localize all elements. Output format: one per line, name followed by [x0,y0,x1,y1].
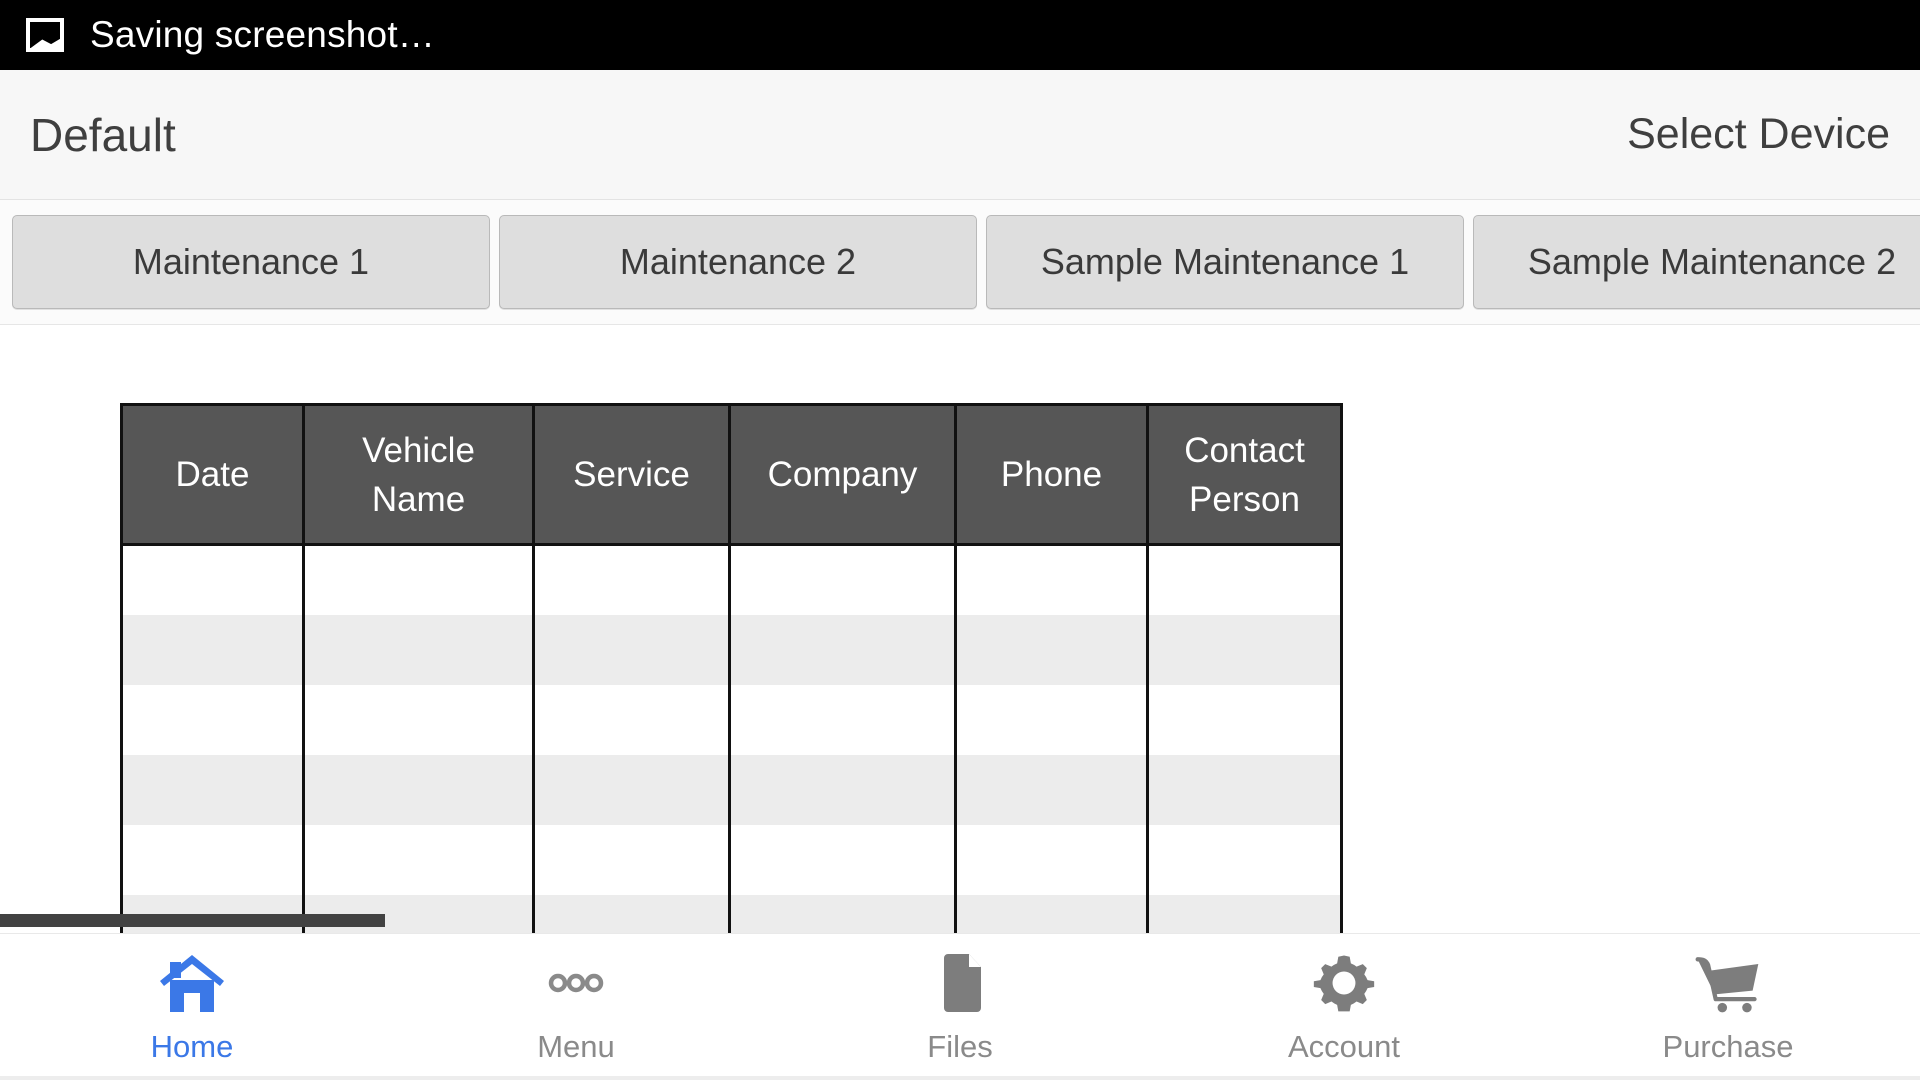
select-device-button[interactable]: Select Device [1627,110,1890,159]
maintenance-table-container[interactable]: Date Vehicle Name Service Company Phone … [120,403,1343,933]
column-header-contact-person: Contact Person [1146,404,1343,546]
nav-label-purchase: Purchase [1662,1029,1794,1064]
tab-maintenance-1[interactable]: Maintenance 1 [12,215,490,309]
cell-date[interactable] [120,544,305,615]
cell-company[interactable] [728,754,957,825]
nav-bottom-divider [0,1076,1920,1080]
cell-phone[interactable] [954,754,1149,825]
cell-company[interactable] [728,684,957,755]
cell-date[interactable] [120,824,305,895]
nav-item-files[interactable]: Files [768,934,1152,1080]
file-icon [924,947,996,1019]
column-header-service: Service [532,404,731,546]
column-header-date: Date [120,404,305,546]
nav-label-files: Files [927,1029,993,1064]
home-icon [156,947,228,1019]
cell-service[interactable] [532,894,731,933]
cell-contact-person[interactable] [1146,684,1343,755]
cell-service[interactable] [532,614,731,685]
cell-service[interactable] [532,544,731,615]
cell-date[interactable] [120,684,305,755]
cell-company[interactable] [728,894,957,933]
status-bar: Saving screenshot… [0,0,1920,70]
cell-vehicle-name[interactable] [302,684,535,755]
nav-label-account: Account [1287,1029,1400,1064]
cell-vehicle-name[interactable] [302,614,535,685]
column-header-vehicle-name: Vehicle Name [302,404,535,546]
bottom-navigation-bar: Home Menu Files Account Purchase [0,933,1920,1080]
cell-service[interactable] [532,754,731,825]
maintenance-table: Date Vehicle Name Service Company Phone … [120,403,1343,933]
cell-company[interactable] [728,824,957,895]
tab-maintenance-2[interactable]: Maintenance 2 [499,215,977,309]
cell-contact-person[interactable] [1146,824,1343,895]
column-header-phone: Phone [954,404,1149,546]
cell-service[interactable] [532,684,731,755]
app-title-bar: Default Select Device [0,70,1920,200]
nav-item-account[interactable]: Account [1152,934,1536,1080]
cell-contact-person[interactable] [1146,614,1343,685]
nav-item-menu[interactable]: Menu [384,934,768,1080]
table-body [120,544,1343,933]
table-row[interactable] [120,754,1343,825]
cell-phone[interactable] [954,824,1149,895]
cell-company[interactable] [728,614,957,685]
nav-label-menu: Menu [537,1029,615,1064]
tab-sample-maintenance-1[interactable]: Sample Maintenance 1 [986,215,1464,309]
cell-contact-person[interactable] [1146,544,1343,615]
content-area: Date Vehicle Name Service Company Phone … [0,325,1920,933]
cell-phone[interactable] [954,894,1149,933]
tab-sample-maintenance-2[interactable]: Sample Maintenance 2 [1473,215,1920,309]
cell-phone[interactable] [954,684,1149,755]
page-title: Default [30,108,176,161]
cell-vehicle-name[interactable] [302,544,535,615]
cell-vehicle-name[interactable] [302,824,535,895]
table-row[interactable] [120,824,1343,895]
table-row[interactable] [120,684,1343,755]
cell-company[interactable] [728,544,957,615]
cell-contact-person[interactable] [1146,894,1343,933]
dots-icon [540,947,612,1019]
cell-date[interactable] [120,614,305,685]
cell-service[interactable] [532,824,731,895]
cart-icon [1692,947,1764,1019]
cell-phone[interactable] [954,544,1149,615]
table-header-row: Date Vehicle Name Service Company Phone … [120,404,1343,546]
screenshot-image-icon [26,18,64,52]
horizontal-scrollbar-thumb[interactable] [0,914,385,927]
status-bar-text: Saving screenshot… [90,14,436,55]
table-row[interactable] [120,614,1343,685]
maintenance-tab-strip[interactable]: Maintenance 1 Maintenance 2 Sample Maint… [0,200,1920,325]
cell-phone[interactable] [954,614,1149,685]
nav-label-home: Home [150,1029,234,1064]
cell-vehicle-name[interactable] [302,754,535,825]
nav-item-purchase[interactable]: Purchase [1536,934,1920,1080]
gear-icon [1308,947,1380,1019]
column-header-company: Company [728,404,957,546]
cell-date[interactable] [120,754,305,825]
nav-item-home[interactable]: Home [0,934,384,1080]
table-row[interactable] [120,544,1343,615]
cell-contact-person[interactable] [1146,754,1343,825]
